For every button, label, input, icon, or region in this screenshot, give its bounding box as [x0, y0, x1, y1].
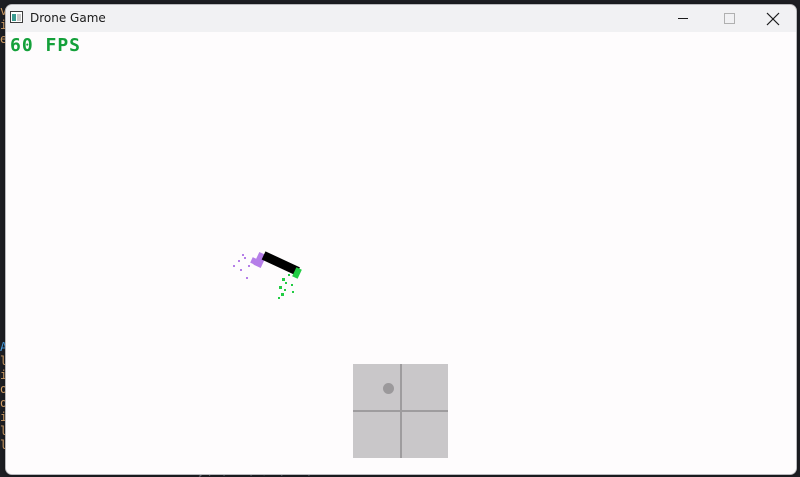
title-bar[interactable]: Drone Game: [6, 5, 796, 32]
window-title: Drone Game: [30, 11, 106, 25]
drone-body: [261, 251, 300, 276]
joystick-horizontal-axis: [353, 410, 448, 412]
fps-counter: 60 FPS: [10, 35, 82, 56]
game-canvas[interactable]: 60 FPS: [6, 32, 796, 474]
close-icon: [766, 12, 780, 26]
right-thruster-particles: [278, 274, 294, 299]
app-window-icon: [10, 11, 23, 23]
close-button[interactable]: [750, 5, 796, 32]
drone: [233, 251, 302, 299]
virtual-joystick[interactable]: [353, 364, 448, 458]
game-window: Drone Game 60 FPS: [5, 4, 797, 475]
minimize-button[interactable]: [660, 5, 706, 32]
left-thruster-particles: [233, 254, 250, 279]
joystick-knob[interactable]: [383, 383, 395, 395]
maximize-button[interactable]: [706, 5, 752, 32]
